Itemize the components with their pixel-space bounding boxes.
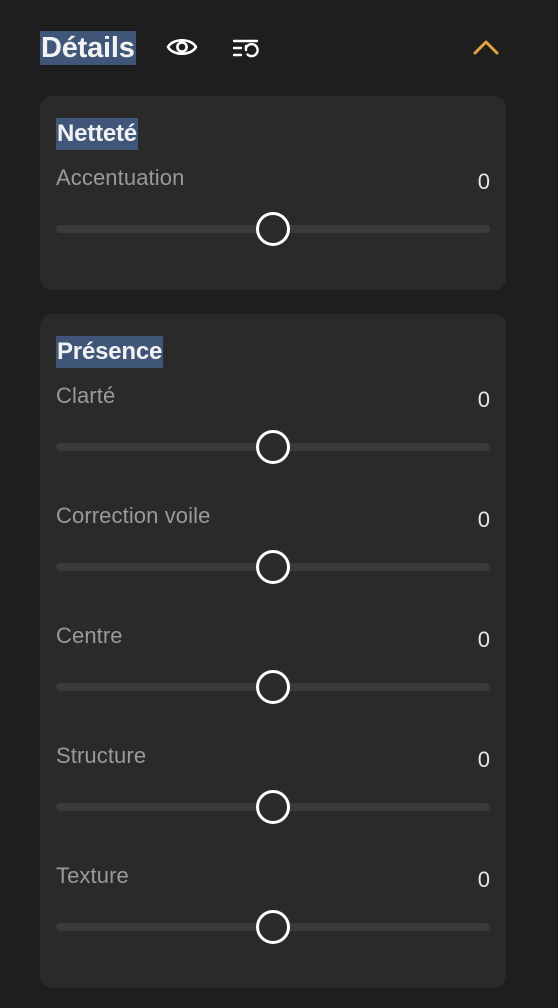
slider-texture: Texture 0: [56, 862, 490, 958]
slider-value[interactable]: 0: [478, 626, 490, 654]
slider-dehaze: Correction voile 0: [56, 502, 490, 598]
slider-thumb[interactable]: [256, 550, 290, 584]
slider-thumb[interactable]: [256, 670, 290, 704]
slider-accentuation: Accentuation 0: [56, 164, 490, 260]
slider-value[interactable]: 0: [478, 168, 490, 196]
slider-label: Accentuation: [56, 165, 185, 190]
slider-label: Texture: [56, 863, 129, 888]
slider-value[interactable]: 0: [478, 506, 490, 534]
section-presence: Présence Clarté 0 Correction voile 0 Cen…: [40, 314, 506, 988]
list-reset-icon[interactable]: [233, 37, 259, 59]
slider-clarity: Clarté 0: [56, 382, 490, 478]
slider-thumb[interactable]: [256, 212, 290, 246]
section-sharpness: Netteté Accentuation 0: [40, 96, 506, 290]
panel-title: Détails: [40, 31, 136, 65]
slider-structure: Structure 0: [56, 742, 490, 838]
slider-label: Clarté: [56, 383, 116, 408]
slider-label: Correction voile: [56, 503, 211, 528]
slider-label: Structure: [56, 743, 147, 768]
section-title: Netteté: [56, 118, 138, 150]
eye-icon[interactable]: [166, 35, 198, 59]
slider-center: Centre 0: [56, 622, 490, 718]
slider-value[interactable]: 0: [478, 746, 490, 774]
slider-label: Centre: [56, 623, 123, 648]
slider-thumb[interactable]: [256, 790, 290, 824]
slider-thumb[interactable]: [256, 910, 290, 944]
section-title: Présence: [56, 336, 164, 368]
slider-thumb[interactable]: [256, 430, 290, 464]
slider-value[interactable]: 0: [478, 386, 490, 414]
details-panel: Détails Netteté Accentuation 0 Présence: [0, 0, 558, 1008]
chevron-up-icon[interactable]: [472, 37, 500, 57]
slider-value[interactable]: 0: [478, 866, 490, 894]
panel-header: Détails: [40, 28, 506, 68]
